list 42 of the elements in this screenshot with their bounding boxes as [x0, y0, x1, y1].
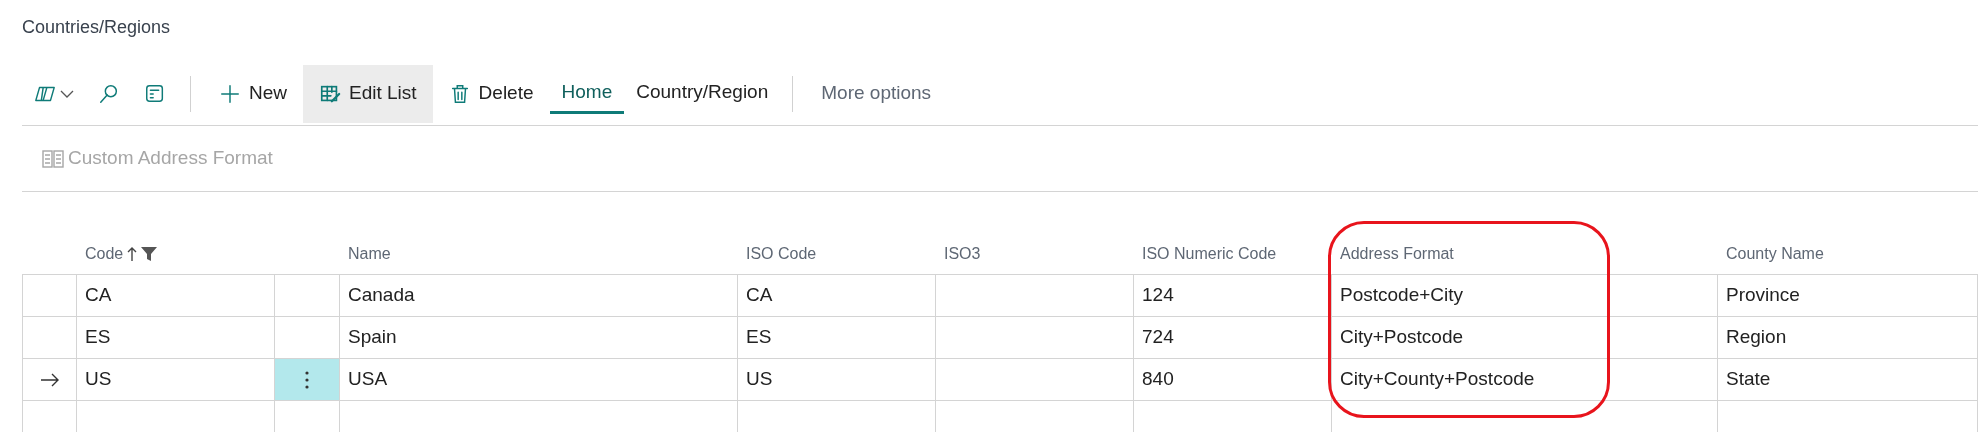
page-title: Countries/Regions	[22, 17, 171, 37]
table-cell-text: US	[746, 367, 773, 392]
table-cell-text: CA	[746, 283, 773, 308]
table-cell-text: 840	[1142, 367, 1174, 392]
more-options-button[interactable]: More options	[805, 64, 948, 123]
plus-icon	[219, 82, 241, 105]
table-cell-text: State	[1726, 367, 1771, 392]
document-icon	[42, 148, 64, 169]
search-icon[interactable]	[98, 82, 120, 105]
table-cell-text: USA	[348, 367, 388, 392]
toolbar-button[interactable]: Delete	[432, 64, 550, 123]
column-header[interactable]: ISO Numeric Code	[1142, 241, 1277, 266]
more-vertical-icon	[305, 370, 309, 389]
table-cell-text: Canada	[348, 283, 415, 308]
column-header[interactable]: Name	[348, 241, 391, 266]
column-header[interactable]: County Name	[1726, 241, 1824, 266]
table-cell-text: Spain	[348, 325, 397, 350]
row-selector-cell[interactable]	[22, 275, 77, 316]
table-cell-text: Province	[1726, 283, 1800, 308]
table-cell-text: US	[85, 367, 112, 392]
table-cell-text: City+County+Postcode	[1340, 367, 1535, 392]
table-cell-text: ES	[746, 325, 772, 350]
layout-icon[interactable]	[144, 82, 166, 105]
tab[interactable]: Home	[549, 73, 625, 114]
table-cell-text: CA	[85, 283, 112, 308]
table-cell-text: Region	[1726, 325, 1787, 350]
column-header[interactable]: ISO Code	[746, 241, 817, 266]
toolbar-button[interactable]: Edit List	[303, 64, 433, 123]
column-header[interactable]: ISO3	[944, 241, 981, 266]
table-cell-text: Postcode+City	[1340, 283, 1464, 308]
row-selector-cell[interactable]	[22, 401, 77, 432]
table-cell-text: 124	[1142, 283, 1174, 308]
current-row-arrow-icon	[39, 372, 60, 387]
table-cell-text: 724	[1142, 325, 1174, 350]
tab[interactable]: Country/Region	[624, 73, 781, 114]
column-header[interactable]: Address Format	[1340, 241, 1454, 266]
toolbar-button[interactable]: New	[203, 64, 303, 123]
column-header[interactable]: Code	[85, 241, 124, 266]
row-selector-cell[interactable]	[22, 359, 77, 400]
table-cell-text: City+Postcode	[1340, 325, 1464, 350]
row-selector-cell[interactable]	[22, 317, 77, 358]
table-cell-text: ES	[85, 325, 111, 350]
